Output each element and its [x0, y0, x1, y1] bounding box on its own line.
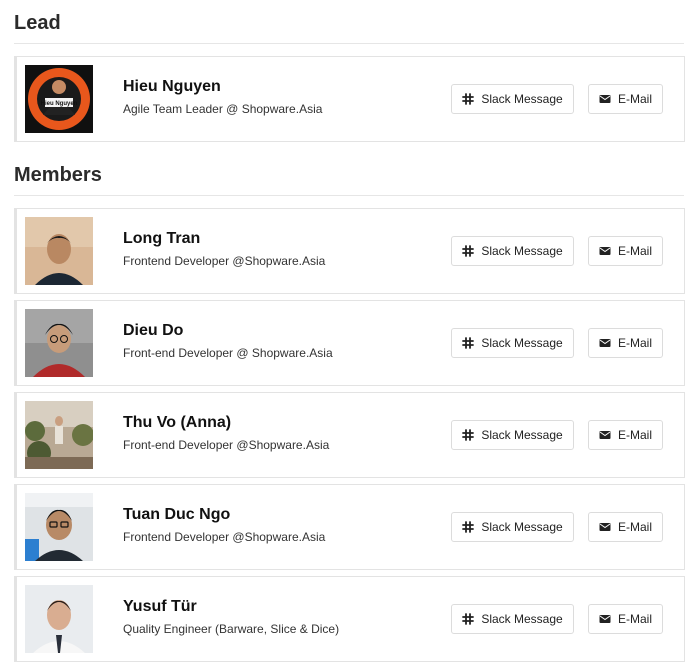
person-card-long-tran: Long Tran Frontend Developer @Shopware.A…	[14, 208, 685, 294]
email-button-label: E-Mail	[617, 336, 652, 350]
person-role: Frontend Developer @Shopware.Asia	[123, 530, 326, 544]
slack-button-label: Slack Message	[481, 244, 563, 258]
slack-button-label: Slack Message	[481, 92, 563, 106]
slack-icon	[462, 521, 475, 533]
slack-icon	[462, 429, 475, 441]
lead-heading: Lead	[14, 12, 61, 34]
person-card-hieu-nguyen: Hieu Nguyen Hieu Nguyen Agile Team Leade…	[14, 56, 685, 142]
members-heading: Members	[14, 164, 102, 186]
person-name: Thu Vo (Anna)	[123, 414, 232, 431]
email-button[interactable]: E-Mail	[588, 84, 663, 114]
person-card-thu-vo: Thu Vo (Anna) Front-end Developer @Shopw…	[14, 392, 685, 478]
person-role: Agile Team Leader @ Shopware.Asia	[123, 102, 323, 116]
email-button-label: E-Mail	[617, 520, 652, 534]
person-card-dieu-do: Dieu Do Front-end Developer @ Shopware.A…	[14, 300, 685, 386]
email-button-label: E-Mail	[617, 92, 652, 106]
slack-message-button[interactable]: Slack Message	[451, 420, 574, 450]
members-divider	[14, 195, 684, 196]
avatar: Hieu Nguyen	[25, 65, 93, 133]
slack-message-button[interactable]: Slack Message	[451, 328, 574, 358]
envelope-icon	[599, 93, 611, 105]
person-role: Front-end Developer @Shopware.Asia	[123, 438, 330, 452]
avatar	[25, 401, 93, 469]
lead-divider	[14, 43, 684, 44]
avatar	[25, 493, 93, 561]
person-name: Tuan Duc Ngo	[123, 506, 231, 523]
person-name: Dieu Do	[123, 322, 184, 339]
email-button[interactable]: E-Mail	[588, 420, 663, 450]
email-button[interactable]: E-Mail	[588, 236, 663, 266]
slack-button-label: Slack Message	[481, 428, 563, 442]
person-card-yusuf-tur: Yusuf Tür Quality Engineer (Barware, Sli…	[14, 576, 685, 662]
envelope-icon	[599, 613, 611, 625]
person-name: Long Tran	[123, 230, 201, 247]
person-card-tuan-duc-ngo: Tuan Duc Ngo Frontend Developer @Shopwar…	[14, 484, 685, 570]
email-button[interactable]: E-Mail	[588, 604, 663, 634]
slack-message-button[interactable]: Slack Message	[451, 84, 574, 114]
envelope-icon	[599, 337, 611, 349]
slack-icon	[462, 245, 475, 257]
envelope-icon	[599, 521, 611, 533]
slack-message-button[interactable]: Slack Message	[451, 236, 574, 266]
avatar	[25, 309, 93, 377]
person-role: Front-end Developer @ Shopware.Asia	[123, 346, 333, 360]
slack-button-label: Slack Message	[481, 612, 563, 626]
email-button-label: E-Mail	[617, 612, 652, 626]
slack-button-label: Slack Message	[481, 336, 563, 350]
email-button-label: E-Mail	[617, 428, 652, 442]
slack-message-button[interactable]: Slack Message	[451, 604, 574, 634]
slack-message-button[interactable]: Slack Message	[451, 512, 574, 542]
slack-icon	[462, 613, 475, 625]
slack-button-label: Slack Message	[481, 520, 563, 534]
avatar	[25, 217, 93, 285]
avatar	[25, 585, 93, 653]
person-role: Frontend Developer @Shopware.Asia	[123, 254, 326, 268]
slack-icon	[462, 93, 475, 105]
envelope-icon	[599, 245, 611, 257]
email-button-label: E-Mail	[617, 244, 652, 258]
person-name: Hieu Nguyen	[123, 78, 221, 95]
slack-icon	[462, 337, 475, 349]
email-button[interactable]: E-Mail	[588, 512, 663, 542]
email-button[interactable]: E-Mail	[588, 328, 663, 358]
person-name: Yusuf Tür	[123, 598, 197, 615]
person-role: Quality Engineer (Barware, Slice & Dice)	[123, 622, 340, 636]
envelope-icon	[599, 429, 611, 441]
avatar-badge-text: Hieu Nguyen	[41, 101, 78, 107]
